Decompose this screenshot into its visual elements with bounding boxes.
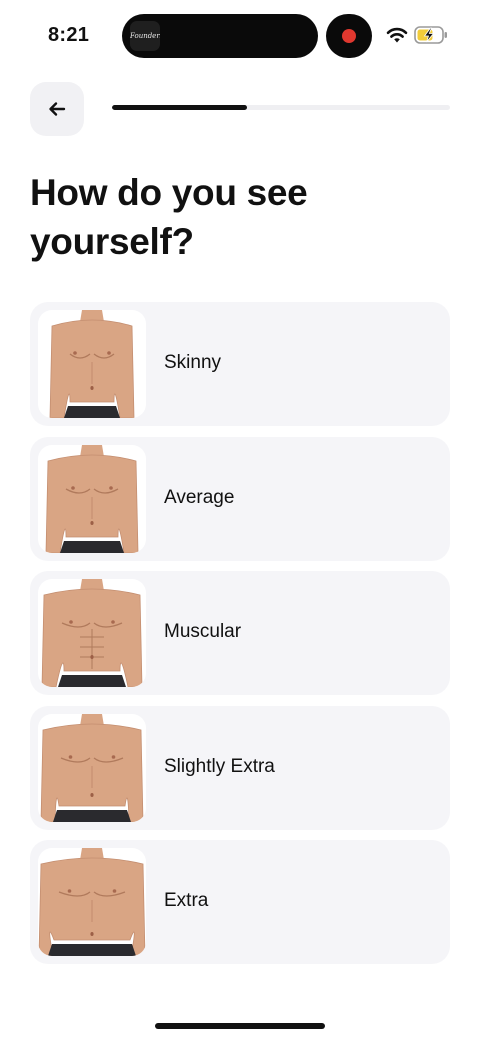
- back-button[interactable]: [30, 82, 84, 136]
- option-label: Slightly Extra: [164, 755, 275, 777]
- option-muscular[interactable]: Muscular: [30, 571, 450, 695]
- option-skinny[interactable]: Skinny: [30, 302, 450, 426]
- wifi-icon: [386, 27, 408, 43]
- island-app-icon: Founders: [130, 21, 160, 51]
- body-muscular-image: [38, 579, 146, 687]
- battery-charging-icon: [414, 26, 447, 44]
- option-label: Skinny: [164, 352, 222, 373]
- home-indicator[interactable]: [155, 1023, 325, 1029]
- dynamic-island: Founders: [122, 14, 318, 58]
- option-slightly-extra[interactable]: Slightly Extra: [30, 705, 450, 830]
- option-label: Average: [164, 486, 235, 508]
- screen: 8:21 Founders How do you see yourself? S…: [0, 0, 480, 1040]
- body-slightly-extra-image: [38, 713, 146, 822]
- option-label: Extra: [164, 890, 209, 911]
- option-average[interactable]: Average: [30, 436, 450, 561]
- recording-dot-icon: [342, 29, 356, 43]
- option-list: Skinny Average Muscular Slightly Extra Extra: [30, 302, 450, 975]
- status-bar: 8:21 Founders: [0, 0, 480, 72]
- body-skinny-image: [38, 310, 146, 418]
- status-time: 8:21: [48, 24, 90, 46]
- progress-bar-fill: [112, 105, 248, 110]
- option-label: Muscular: [164, 621, 242, 642]
- body-average-image: [38, 444, 146, 553]
- option-extra[interactable]: Extra: [30, 840, 450, 964]
- recording-indicator: [326, 14, 372, 58]
- body-extra-image: [38, 848, 146, 956]
- arrow-left-icon: [49, 102, 66, 116]
- page-title: How do you see yourself?: [30, 172, 308, 262]
- progress-bar: [112, 105, 450, 110]
